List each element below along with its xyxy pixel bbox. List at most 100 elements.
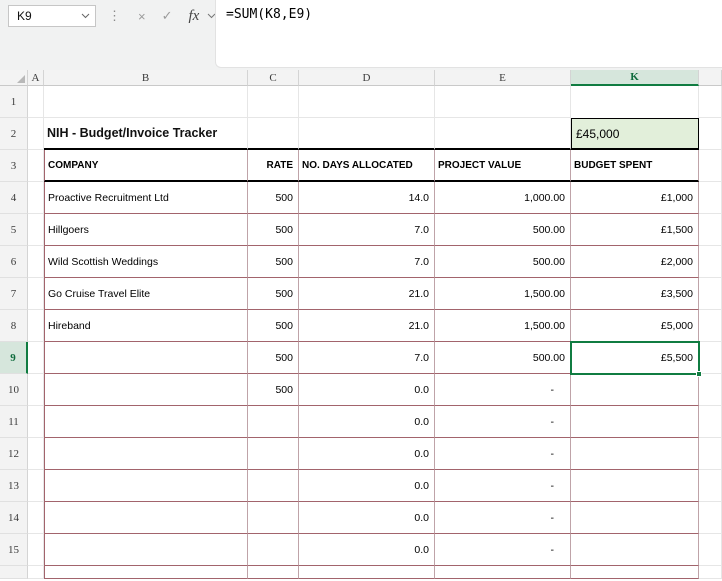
cell-E15[interactable]: - (435, 534, 571, 566)
cell-B11[interactable] (44, 406, 248, 438)
cell-A14[interactable] (28, 502, 44, 534)
cell-A8[interactable] (28, 310, 44, 342)
column-header-B[interactable]: B (44, 70, 248, 86)
cell-B15[interactable] (44, 534, 248, 566)
cell-B14[interactable] (44, 502, 248, 534)
fill-handle[interactable] (696, 371, 702, 377)
cell-C15[interactable] (248, 534, 299, 566)
row-header-8[interactable]: 8 (0, 310, 28, 342)
name-box-chevron-icon[interactable] (81, 13, 90, 19)
cell-B3-header-company[interactable]: COMPANY (44, 150, 248, 182)
cell-A10[interactable] (28, 374, 44, 406)
cell-A7[interactable] (28, 278, 44, 310)
cell-E10[interactable]: - (435, 374, 571, 406)
cell-D13[interactable]: 0.0 (299, 470, 435, 502)
cell-A11[interactable] (28, 406, 44, 438)
row-header-1[interactable]: 1 (0, 86, 28, 118)
cell-K10[interactable] (571, 374, 699, 406)
column-header-A[interactable]: A (28, 70, 44, 86)
cell-B7[interactable]: Go Cruise Travel Elite (44, 278, 248, 310)
cell-D5[interactable]: 7.0 (299, 214, 435, 246)
cell-K11[interactable] (571, 406, 699, 438)
cell-D8[interactable]: 21.0 (299, 310, 435, 342)
cell-C7[interactable]: 500 (248, 278, 299, 310)
cell-A1[interactable] (28, 86, 44, 118)
name-box[interactable]: K9 (8, 5, 96, 27)
cell-E7[interactable]: 1,500.00 (435, 278, 571, 310)
row-header-4[interactable]: 4 (0, 182, 28, 214)
cell-B4[interactable]: Proactive Recruitment Ltd (44, 182, 248, 214)
cell-A9[interactable] (28, 342, 44, 374)
cell-C14[interactable] (248, 502, 299, 534)
row-header-16[interactable] (0, 566, 28, 579)
column-header-E[interactable]: E (435, 70, 571, 86)
column-header-K[interactable]: K (571, 70, 699, 86)
cell-A15[interactable] (28, 534, 44, 566)
cell-A2[interactable] (28, 118, 44, 150)
cell-K3-header-spent[interactable]: BUDGET SPENT (571, 150, 699, 182)
cell-E16[interactable] (435, 566, 571, 579)
cell-A13[interactable] (28, 470, 44, 502)
cell-D4[interactable]: 14.0 (299, 182, 435, 214)
cell-E5[interactable]: 500.00 (435, 214, 571, 246)
cell-A5[interactable] (28, 214, 44, 246)
cell-D15[interactable]: 0.0 (299, 534, 435, 566)
row-header-5[interactable]: 5 (0, 214, 28, 246)
cell-B1[interactable] (44, 86, 248, 118)
cell-B12[interactable] (44, 438, 248, 470)
cell-A4[interactable] (28, 182, 44, 214)
cell-C1[interactable] (248, 86, 299, 118)
cell-E2[interactable] (435, 118, 571, 150)
cell-D14[interactable]: 0.0 (299, 502, 435, 534)
cell-C13[interactable] (248, 470, 299, 502)
cell-K2-budget-total[interactable]: £45,000 (571, 118, 699, 150)
cell-K15[interactable] (571, 534, 699, 566)
cell-K12[interactable] (571, 438, 699, 470)
cell-C3-header-rate[interactable]: RATE (248, 150, 299, 182)
cell-B9[interactable] (44, 342, 248, 374)
cell-C6[interactable]: 500 (248, 246, 299, 278)
confirm-icon[interactable]: ✓ (162, 8, 173, 24)
cell-B5[interactable]: Hillgoers (44, 214, 248, 246)
cell-B2-title[interactable]: NIH - Budget/Invoice Tracker (44, 118, 248, 150)
row-header-11[interactable]: 11 (0, 406, 28, 438)
cell-K1[interactable] (571, 86, 699, 118)
cell-A6[interactable] (28, 246, 44, 278)
cell-A12[interactable] (28, 438, 44, 470)
cell-K9[interactable]: £5,500 (571, 342, 699, 374)
row-header-3[interactable]: 3 (0, 150, 28, 182)
row-header-10[interactable]: 10 (0, 374, 28, 406)
row-header-14[interactable]: 14 (0, 502, 28, 534)
cell-C2[interactable] (248, 118, 299, 150)
cell-K7[interactable]: £3,500 (571, 278, 699, 310)
cell-A16[interactable] (28, 566, 44, 579)
insert-function-icon[interactable]: fx (189, 8, 200, 25)
cell-E14[interactable]: - (435, 502, 571, 534)
cell-K13[interactable] (571, 470, 699, 502)
cell-E13[interactable]: - (435, 470, 571, 502)
more-options-icon[interactable]: ⋮ (108, 8, 121, 24)
select-all-corner[interactable] (0, 70, 28, 86)
row-header-13[interactable]: 13 (0, 470, 28, 502)
cell-B10[interactable] (44, 374, 248, 406)
cell-K4[interactable]: £1,000 (571, 182, 699, 214)
cell-B13[interactable] (44, 470, 248, 502)
row-header-7[interactable]: 7 (0, 278, 28, 310)
cell-C11[interactable] (248, 406, 299, 438)
cell-D1[interactable] (299, 86, 435, 118)
column-header-D[interactable]: D (299, 70, 435, 86)
cell-E3-header-value[interactable]: PROJECT VALUE (435, 150, 571, 182)
cell-B16[interactable] (44, 566, 248, 579)
cell-C4[interactable]: 500 (248, 182, 299, 214)
cell-K5[interactable]: £1,500 (571, 214, 699, 246)
cell-C10[interactable]: 500 (248, 374, 299, 406)
row-header-6[interactable]: 6 (0, 246, 28, 278)
cell-D7[interactable]: 21.0 (299, 278, 435, 310)
cell-D11[interactable]: 0.0 (299, 406, 435, 438)
cell-E9[interactable]: 500.00 (435, 342, 571, 374)
cancel-icon[interactable]: × (138, 9, 146, 24)
cell-K16[interactable] (571, 566, 699, 579)
row-header-15[interactable]: 15 (0, 534, 28, 566)
cell-K8[interactable]: £5,000 (571, 310, 699, 342)
cell-D3-header-days[interactable]: NO. DAYS ALLOCATED (299, 150, 435, 182)
